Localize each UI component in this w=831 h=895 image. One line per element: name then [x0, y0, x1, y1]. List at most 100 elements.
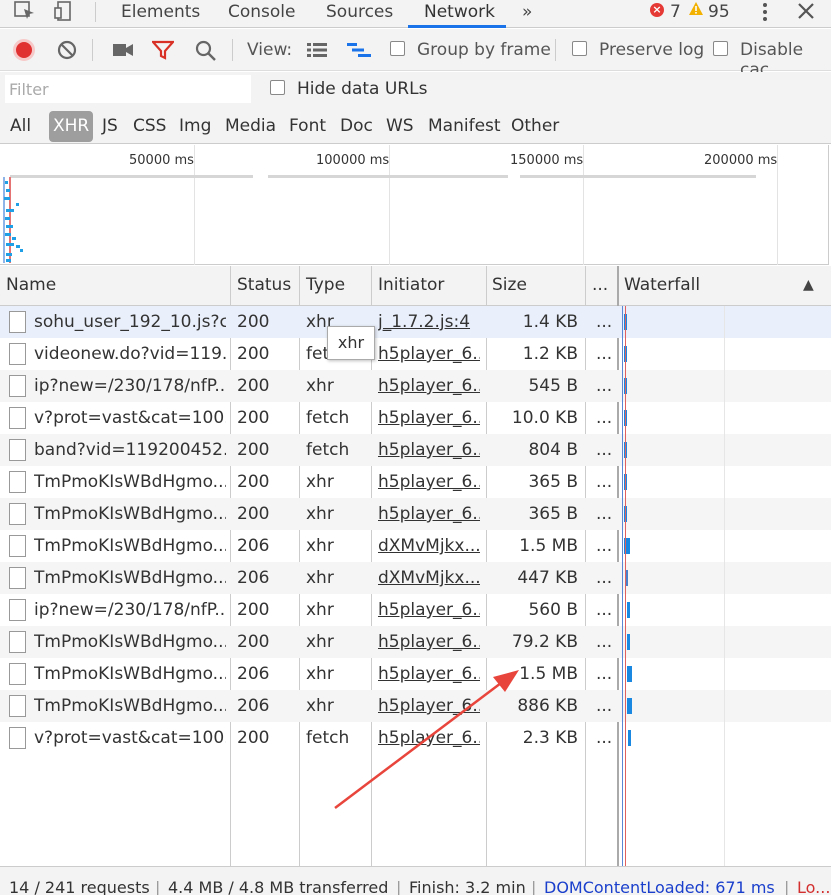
type-filter-other[interactable]: Other: [511, 110, 559, 143]
table-row[interactable]: v?prot=vast&cat=100... 200 fetch h5playe…: [0, 402, 831, 434]
filter-input[interactable]: [5, 75, 251, 103]
request-initiator-link[interactable]: h5player_6...: [378, 472, 480, 492]
file-icon: [9, 375, 26, 397]
request-initiator-link[interactable]: h5player_6...: [378, 376, 480, 396]
request-name[interactable]: band?vid=119200452...: [34, 440, 226, 460]
request-name[interactable]: sohu_user_192_10.js?c...: [34, 312, 226, 332]
request-initiator-link[interactable]: h5player_6...: [378, 728, 480, 748]
type-filter-css[interactable]: CSS: [133, 110, 166, 143]
large-rows-icon[interactable]: [306, 42, 328, 58]
waterfall-bar[interactable]: [627, 698, 632, 714]
request-name[interactable]: TmPmoKIsWBdHgmo...: [34, 632, 226, 652]
kebab-menu-icon[interactable]: [762, 2, 768, 22]
warning-count[interactable]: 95: [708, 0, 730, 28]
clear-icon[interactable]: [57, 40, 77, 60]
overview-dcl-line: [3, 177, 5, 263]
waterfall-bar[interactable]: [627, 602, 630, 618]
column-header-initiator[interactable]: Initiator: [378, 275, 444, 295]
file-icon: [9, 631, 26, 653]
column-header-waterfall[interactable]: Waterfall: [624, 275, 700, 295]
table-row[interactable]: TmPmoKIsWBdHgmo... 206 xhr dXMvMjkx... 1…: [0, 530, 831, 562]
table-row[interactable]: TmPmoKIsWBdHgmo... 200 xhr h5player_6...…: [0, 466, 831, 498]
column-header-name[interactable]: Name: [6, 275, 56, 295]
request-name[interactable]: TmPmoKIsWBdHgmo...: [34, 696, 226, 716]
column-header-type[interactable]: Type: [306, 275, 345, 295]
request-name[interactable]: ip?new=/230/178/nfP...: [34, 376, 226, 396]
filter-icon[interactable]: [150, 40, 176, 60]
waterfall-bar[interactable]: [628, 730, 631, 746]
file-icon: [9, 343, 26, 365]
table-row[interactable]: v?prot=vast&cat=100... 200 fetch h5playe…: [0, 722, 831, 754]
type-filter-media[interactable]: Media: [225, 110, 276, 143]
network-overview[interactable]: 50000 ms 100000 ms 150000 ms 200000 ms: [0, 145, 831, 265]
overview-track: [268, 175, 508, 178]
record-button[interactable]: [13, 39, 35, 61]
type-filter-doc[interactable]: Doc: [340, 110, 373, 143]
request-initiator-link[interactable]: h5player_6...: [378, 664, 480, 684]
request-initiator-link[interactable]: dXMvMjkx...: [378, 568, 480, 588]
preserve-log-checkbox[interactable]: [572, 41, 587, 56]
request-initiator-link[interactable]: j_1.7.2.js:4: [378, 312, 480, 332]
table-row[interactable]: TmPmoKIsWBdHgmo... 200 xhr h5player_6...…: [0, 626, 831, 658]
type-filter-js[interactable]: JS: [102, 110, 118, 143]
column-header-size[interactable]: Size: [492, 275, 527, 295]
type-filter-img[interactable]: Img: [179, 110, 211, 143]
request-initiator-link[interactable]: h5player_6...: [378, 632, 480, 652]
type-filter-xhr[interactable]: XHR: [49, 111, 94, 142]
waterfall-view-icon[interactable]: [346, 42, 372, 58]
type-filter-manifest[interactable]: Manifest: [428, 110, 501, 143]
table-row[interactable]: TmPmoKIsWBdHgmo... 200 xhr h5player_6...…: [0, 498, 831, 530]
request-initiator-link[interactable]: h5player_6...: [378, 600, 480, 620]
device-toolbar-icon[interactable]: [54, 1, 76, 23]
request-name[interactable]: TmPmoKIsWBdHgmo...: [34, 504, 226, 524]
type-filter-all[interactable]: All: [10, 110, 31, 143]
column-header-more[interactable]: ...: [592, 275, 608, 295]
request-name[interactable]: TmPmoKIsWBdHgmo...: [34, 472, 226, 492]
overview-request-mark: [12, 237, 16, 240]
table-row[interactable]: TmPmoKIsWBdHgmo... 206 xhr h5player_6...…: [0, 658, 831, 690]
request-initiator-link[interactable]: h5player_6...: [378, 504, 480, 524]
request-name[interactable]: videonew.do?vid=119...: [34, 344, 226, 364]
waterfall-bar[interactable]: [627, 666, 632, 682]
table-row[interactable]: ip?new=/230/178/nfP... 200 xhr h5player_…: [0, 370, 831, 402]
table-row[interactable]: videonew.do?vid=119... 200 fetch h5playe…: [0, 338, 831, 370]
tab-console[interactable]: Console: [228, 0, 296, 28]
search-icon[interactable]: [195, 40, 217, 62]
table-row[interactable]: TmPmoKIsWBdHgmo... 206 xhr h5player_6...…: [0, 690, 831, 722]
tab-sources[interactable]: Sources: [326, 0, 393, 28]
request-name[interactable]: v?prot=vast&cat=100...: [34, 728, 226, 748]
type-filter-font[interactable]: Font: [289, 110, 326, 143]
column-header-status[interactable]: Status: [237, 275, 291, 295]
tab-network[interactable]: Network: [424, 0, 495, 28]
inspect-element-icon[interactable]: [14, 1, 36, 21]
capture-screenshots-icon[interactable]: [112, 42, 134, 58]
request-name[interactable]: v?prot=vast&cat=100...: [34, 408, 226, 428]
request-initiator-link[interactable]: h5player_6...: [378, 696, 480, 716]
close-icon[interactable]: [797, 2, 815, 20]
devtools-tab-bar: Elements Console Sources Network » × 7 9…: [0, 0, 831, 28]
request-name[interactable]: TmPmoKIsWBdHgmo...: [34, 664, 226, 684]
table-row[interactable]: sohu_user_192_10.js?c... 200 xhr j_1.7.2…: [0, 306, 831, 338]
hide-data-urls-checkbox[interactable]: [270, 80, 285, 95]
request-initiator-link[interactable]: h5player_6...: [378, 440, 480, 460]
more-tabs-button[interactable]: »: [522, 0, 532, 28]
tab-elements[interactable]: Elements: [121, 0, 200, 28]
error-count[interactable]: 7: [670, 0, 681, 28]
waterfall-bar[interactable]: [627, 634, 630, 650]
table-row[interactable]: band?vid=119200452... 200 fetch h5player…: [0, 434, 831, 466]
sort-ascending-icon[interactable]: ▲: [803, 277, 814, 293]
request-name[interactable]: TmPmoKIsWBdHgmo...: [34, 568, 226, 588]
request-initiator-link[interactable]: h5player_6...: [378, 344, 480, 364]
request-initiator-link[interactable]: dXMvMjkx...: [378, 536, 480, 556]
group-by-frame-checkbox[interactable]: [390, 41, 405, 56]
preserve-log-label: Preserve log: [599, 40, 705, 60]
summary-divider: |: [784, 878, 790, 895]
table-row[interactable]: TmPmoKIsWBdHgmo... 206 xhr dXMvMjkx... 4…: [0, 562, 831, 594]
disable-cache-checkbox[interactable]: [713, 41, 728, 56]
table-row[interactable]: ip?new=/230/178/nfP... 200 xhr h5player_…: [0, 594, 831, 626]
request-initiator-link[interactable]: h5player_6...: [378, 408, 480, 428]
error-icon[interactable]: ×: [650, 3, 664, 17]
request-name[interactable]: ip?new=/230/178/nfP...: [34, 600, 226, 620]
request-name[interactable]: TmPmoKIsWBdHgmo...: [34, 536, 226, 556]
type-filter-ws[interactable]: WS: [386, 110, 414, 143]
